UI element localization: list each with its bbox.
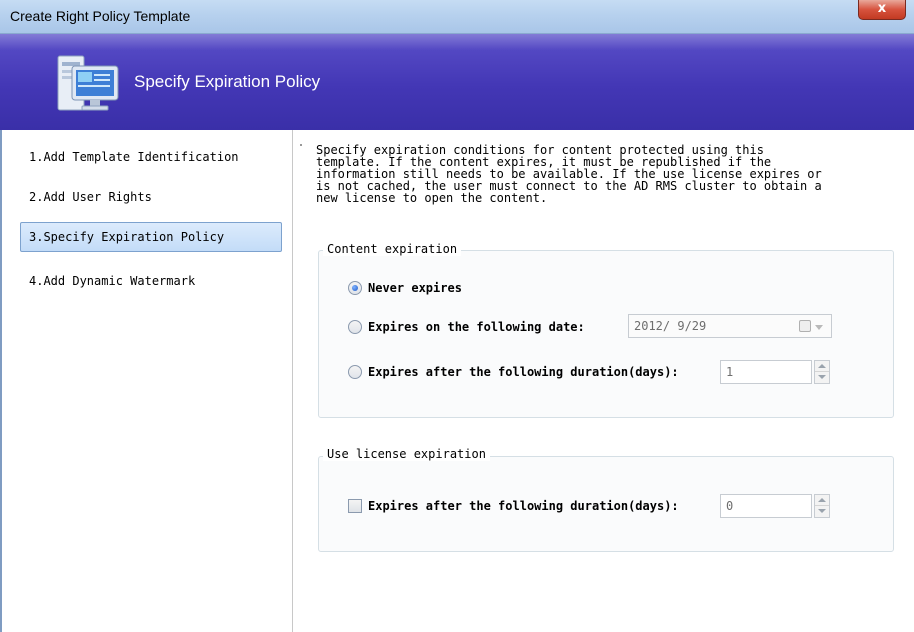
page-heading: Specify Expiration Policy bbox=[134, 72, 321, 91]
nav-step-add-dynamic-watermark[interactable]: 4.Add Dynamic Watermark bbox=[20, 266, 282, 296]
window-left-edge bbox=[0, 130, 2, 632]
never-expires-radio[interactable] bbox=[348, 281, 362, 295]
nav-step-label: 4.Add Dynamic Watermark bbox=[29, 274, 196, 288]
description-text: Specify expiration conditions for conten… bbox=[316, 143, 822, 205]
close-button[interactable]: x bbox=[858, 0, 906, 20]
panel-divider bbox=[292, 130, 293, 632]
license-duration-spinner[interactable] bbox=[814, 494, 830, 518]
nav-step-add-user-rights[interactable]: 2.Add User Rights bbox=[20, 182, 282, 212]
spin-up-icon[interactable] bbox=[815, 361, 829, 372]
content-duration-spinner[interactable] bbox=[814, 360, 830, 384]
never-expires-label[interactable]: Never expires bbox=[368, 281, 462, 295]
expiration-date-value: 2012/ 9/29 bbox=[634, 319, 707, 333]
expires-after-duration-label[interactable]: Expires after the following duration(day… bbox=[368, 365, 679, 379]
content-expiration-legend: Content expiration bbox=[323, 242, 462, 256]
expiration-date-picker[interactable]: 2012/ 9/29 bbox=[628, 314, 832, 338]
content-duration-value: 1 bbox=[726, 365, 734, 379]
nav-step-label: 3.Specify Expiration Policy bbox=[29, 230, 225, 244]
license-duration-label[interactable]: Expires after the following duration(day… bbox=[368, 499, 679, 513]
spin-down-icon[interactable] bbox=[815, 506, 829, 517]
nav-step-add-template-identification[interactable]: 1.Add Template Identification bbox=[20, 142, 282, 172]
title-bar: Create Right Policy Template x bbox=[0, 0, 914, 34]
window-title: Create Right Policy Template bbox=[10, 8, 191, 24]
license-duration-input[interactable]: 0 bbox=[720, 494, 812, 518]
use-license-expiration-legend: Use license expiration bbox=[323, 447, 490, 461]
expires-after-duration-radio[interactable] bbox=[348, 365, 362, 379]
expires-on-date-radio[interactable] bbox=[348, 320, 362, 334]
spin-up-icon[interactable] bbox=[815, 495, 829, 506]
license-duration-checkbox[interactable] bbox=[348, 499, 362, 513]
expires-on-date-label[interactable]: Expires on the following date: bbox=[368, 320, 585, 334]
wizard-header: Specify Expiration Policy bbox=[0, 34, 914, 130]
calendar-icon bbox=[799, 320, 811, 332]
close-icon: x bbox=[877, 1, 887, 16]
chevron-down-icon bbox=[815, 325, 823, 330]
spin-down-icon[interactable] bbox=[815, 372, 829, 383]
nav-step-label: 2.Add User Rights bbox=[29, 190, 152, 204]
license-duration-value: 0 bbox=[726, 499, 734, 513]
nav-step-specify-expiration-policy[interactable]: 3.Specify Expiration Policy bbox=[20, 222, 282, 252]
nav-step-label: 1.Add Template Identification bbox=[29, 150, 239, 164]
content-duration-input[interactable]: 1 bbox=[720, 360, 812, 384]
computer-monitor-icon bbox=[57, 55, 119, 111]
